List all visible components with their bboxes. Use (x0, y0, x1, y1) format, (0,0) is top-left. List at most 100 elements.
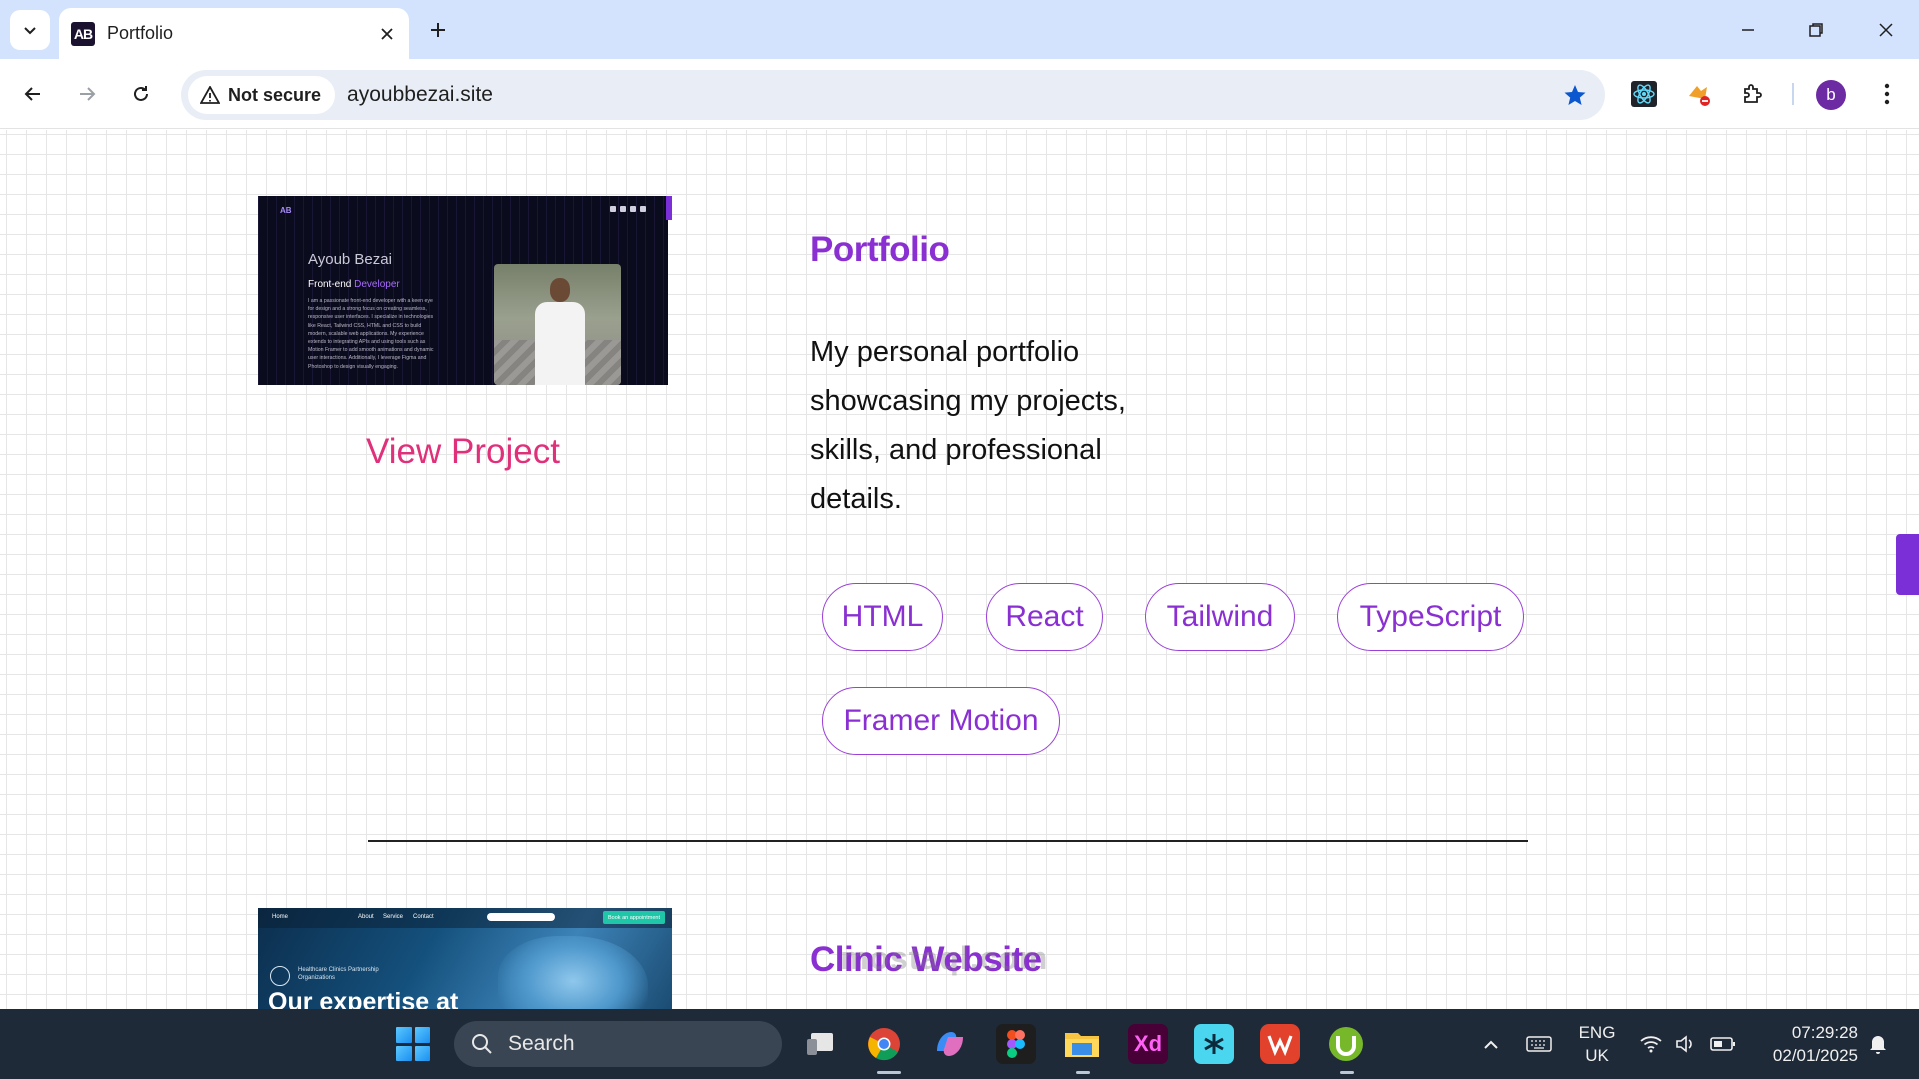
forward-button[interactable] (67, 74, 107, 114)
battery-icon (1710, 1037, 1735, 1051)
extensions-button[interactable] (1733, 74, 1773, 114)
folder-icon (1065, 1033, 1099, 1057)
url-text[interactable]: ayoubbezai.site (347, 83, 1553, 107)
input-region[interactable]: UK (1572, 1046, 1622, 1066)
thumb-photo (494, 264, 621, 385)
minimize-button[interactable] (1725, 10, 1771, 50)
taskbar-search[interactable]: Search (454, 1021, 782, 1067)
browser-menu-button[interactable] (1867, 74, 1907, 114)
search-icon (472, 1034, 492, 1054)
minimize-icon (1742, 29, 1754, 31)
address-bar[interactable]: Not secure ayoubbezai.site (181, 70, 1605, 120)
wps-icon (1267, 1035, 1293, 1056)
input-language[interactable]: ENG (1572, 1023, 1622, 1043)
clinic-thumbnail[interactable]: Home About Service Contact Book an appoi… (258, 908, 672, 1009)
watermark: mostaql.com (840, 940, 1049, 976)
clock-date[interactable]: 02/01/2025 (1748, 1046, 1858, 1066)
side-scroll-indicator[interactable] (1896, 534, 1919, 595)
thumb-social-icons (610, 206, 646, 212)
utorrent-taskbar-icon[interactable] (1326, 1024, 1366, 1064)
utorrent-icon (1329, 1027, 1363, 1061)
notifications-button[interactable] (1864, 1031, 1892, 1057)
bookmark-button[interactable] (1553, 73, 1597, 117)
thumb-name: Ayoub Bezai (308, 251, 392, 268)
task-view-icon (807, 1033, 833, 1055)
react-devtools-extension[interactable] (1624, 74, 1664, 114)
taskbar-search-label: Search (508, 1032, 575, 1055)
wifi-status[interactable] (1637, 1031, 1665, 1057)
kebab-menu-icon (1884, 83, 1890, 105)
chrome-running-indicator (877, 1071, 901, 1074)
blocked-extension[interactable] (1679, 74, 1719, 114)
profile-avatar[interactable]: b (1816, 80, 1846, 110)
tag-framer-motion: Framer Motion (822, 687, 1060, 755)
tag-tailwind: Tailwind (1145, 583, 1295, 651)
speaker-icon (1676, 1035, 1692, 1053)
volume-status[interactable] (1672, 1031, 1700, 1057)
section-divider (368, 840, 1528, 842)
keyboard-icon (1526, 1036, 1552, 1052)
project-title: Portfolio (810, 230, 950, 269)
security-label: Not secure (228, 84, 322, 105)
chrome-taskbar-icon[interactable] (864, 1024, 904, 1064)
tag-react: React (986, 583, 1103, 651)
tab-strip: AB Portfolio (0, 0, 1919, 59)
reload-button[interactable] (121, 74, 161, 114)
utorrent-running-indicator (1340, 1071, 1354, 1074)
thumb-logo: AB (280, 206, 292, 215)
browser-toolbar: Not secure ayoubbezai.site b (0, 59, 1919, 129)
new-tab-button[interactable] (420, 12, 456, 48)
project-description: My personal portfolio showcasing my proj… (810, 336, 1126, 515)
tray-overflow-button[interactable] (1477, 1031, 1505, 1057)
thumb-doctor-image (498, 936, 648, 1009)
windows-taskbar: Search Xd ENG UK 07:29:28 02/01/2025 (0, 1009, 1919, 1079)
tab-title: Portfolio (107, 23, 174, 43)
thumb-emblem (270, 966, 290, 986)
star-icon (1564, 85, 1586, 105)
tab-favicon: AB (71, 21, 95, 46)
copilot-taskbar-icon[interactable] (930, 1024, 970, 1064)
chrome-icon (868, 1028, 900, 1061)
portfolio-thumbnail[interactable]: AB Ayoub Bezai Front-end Developer I am … (258, 196, 668, 385)
task-view-button[interactable] (800, 1024, 840, 1064)
thumbnail-accent (666, 196, 672, 220)
extension-blocked-icon (1689, 86, 1710, 106)
start-button[interactable] (396, 1027, 430, 1061)
plus-icon (431, 23, 445, 37)
touch-keyboard-button[interactable] (1525, 1031, 1553, 1057)
battery-status[interactable] (1709, 1031, 1737, 1057)
notes-app-taskbar-icon[interactable] (1194, 1024, 1234, 1064)
warning-icon (200, 86, 220, 104)
restore-icon (1809, 23, 1823, 37)
reload-icon (134, 86, 148, 101)
thumb-role: Front-end Developer (308, 279, 400, 290)
file-explorer-taskbar-icon[interactable] (1062, 1024, 1102, 1064)
tag-typescript: TypeScript (1337, 583, 1524, 651)
figma-taskbar-icon[interactable] (996, 1024, 1036, 1064)
page-content: AB Ayoub Bezai Front-end Developer I am … (0, 130, 1919, 1009)
explorer-running-indicator (1076, 1071, 1090, 1074)
view-project-link[interactable]: View Project (258, 432, 668, 472)
copilot-icon (937, 1032, 963, 1056)
chevron-down-icon (24, 27, 36, 35)
adobe-xd-taskbar-icon[interactable]: Xd (1128, 1024, 1168, 1064)
back-button[interactable] (13, 74, 53, 114)
tab-close-button[interactable] (371, 18, 403, 50)
arrow-right-icon (80, 87, 96, 101)
site-info-chip[interactable]: Not secure (188, 76, 336, 114)
thumb-org: Healthcare Clinics Partnership Organizat… (298, 967, 379, 981)
restore-button[interactable] (1793, 10, 1839, 50)
tag-html: HTML (822, 583, 943, 651)
close-icon (381, 27, 393, 40)
browser-tab[interactable]: AB Portfolio (59, 8, 409, 59)
thumb-nav: Home About Service Contact Book an appoi… (258, 908, 672, 928)
close-window-button[interactable] (1863, 10, 1909, 50)
toolbar-divider (1792, 83, 1794, 105)
wifi-icon (1640, 1036, 1662, 1053)
close-icon (1879, 23, 1893, 37)
asterisk-icon (1204, 1034, 1224, 1054)
wps-office-taskbar-icon[interactable] (1260, 1024, 1300, 1064)
chevron-up-icon (1484, 1040, 1498, 1049)
clock-time[interactable]: 07:29:28 (1748, 1023, 1858, 1043)
tab-search-button[interactable] (10, 10, 50, 50)
